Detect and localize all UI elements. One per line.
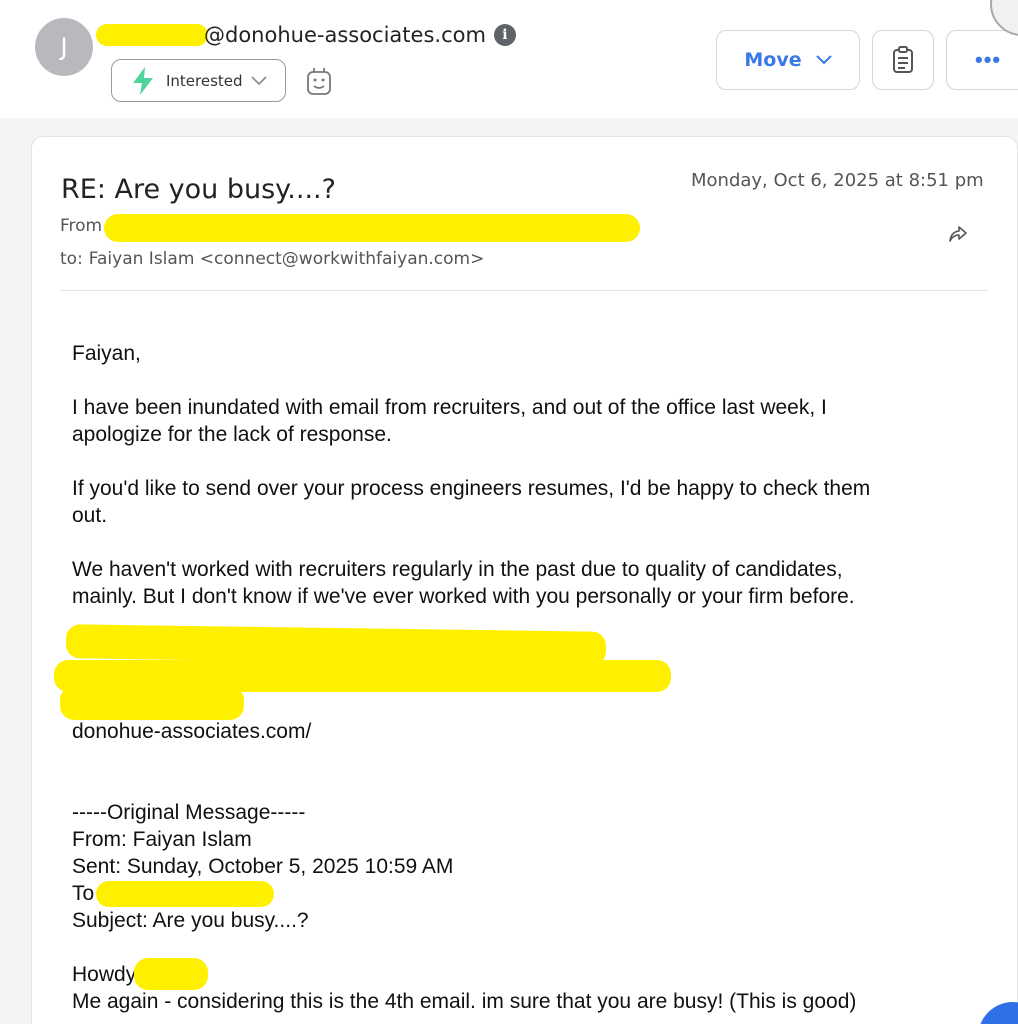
signature-url[interactable]: donohue-associates.com/ — [72, 718, 311, 745]
original-from: From: Faiyan Islam — [72, 828, 252, 851]
redacted-signature-3 — [60, 686, 244, 720]
original-to: To — [72, 882, 95, 905]
lightning-bolt-icon — [133, 66, 153, 95]
redacted-from-address — [104, 214, 640, 242]
redacted-sender-name — [96, 24, 208, 46]
to-value: Faiyan Islam <connect@workwithfaiyan.com… — [88, 249, 485, 269]
redacted-original-greeting — [134, 958, 208, 990]
paragraph-1-line-1: I have been inundated with email from re… — [72, 396, 827, 419]
status-label: Interested — [166, 71, 243, 90]
paragraph-2-line-1: If you'd like to send over your process … — [72, 477, 871, 500]
paragraph-3-line-2: mainly. But I don't know if we've ever w… — [72, 585, 855, 608]
original-line: Me again - considering this is the 4th e… — [72, 990, 857, 1013]
chevron-down-icon — [815, 55, 832, 65]
chevron-down-icon — [250, 75, 267, 85]
from-label: From — [60, 216, 103, 236]
sender-address: @donohue-associates.com i — [96, 20, 516, 50]
forward-icon[interactable] — [946, 222, 970, 246]
email-subject: RE: Are you busy....? — [61, 174, 336, 205]
more-options-button[interactable]: ••• — [946, 30, 1018, 90]
paragraph-3-line-1: We haven't worked with recruiters regula… — [72, 558, 843, 581]
info-icon[interactable]: i — [493, 24, 516, 46]
from-line: From — [60, 216, 102, 236]
sender-avatar[interactable]: J — [35, 18, 93, 76]
message-header: J @donohue-associates.com i Interested M… — [0, 0, 1018, 118]
original-greeting: Howdy — [72, 963, 137, 986]
paragraph-2-line-2: out. — [72, 504, 108, 527]
clipboard-icon — [893, 46, 913, 73]
notes-button[interactable] — [872, 30, 934, 90]
original-subject: Subject: Are you busy....? — [72, 909, 309, 932]
robot-icon[interactable] — [305, 66, 333, 96]
sender-domain: @donohue-associates.com — [204, 23, 486, 47]
greeting: Faiyan, — [72, 342, 141, 365]
status-dropdown[interactable]: Interested — [111, 59, 286, 102]
move-button[interactable]: Move — [716, 30, 860, 90]
to-line: to: Faiyan Islam <connect@workwithfaiyan.… — [60, 249, 484, 269]
move-label: Move — [744, 49, 802, 71]
original-sent: Sent: Sunday, October 5, 2025 10:59 AM — [72, 855, 454, 878]
redacted-original-to — [96, 881, 274, 907]
email-date: Monday, Oct 6, 2025 at 8:51 pm — [691, 170, 984, 191]
original-message-header: -----Original Message----- — [72, 801, 306, 824]
header-divider — [60, 290, 988, 291]
to-label: to: — [60, 249, 83, 269]
paragraph-1-line-2: apologize for the lack of response. — [72, 423, 392, 446]
